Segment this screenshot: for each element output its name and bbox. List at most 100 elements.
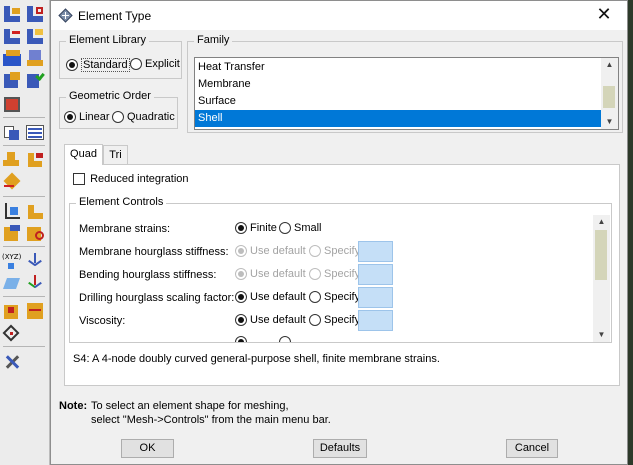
- note-line-2: select "Mesh->Controls" from the main me…: [91, 414, 331, 426]
- specify-radio-button[interactable]: [309, 291, 321, 303]
- partial-radio-2[interactable]: [279, 336, 291, 342]
- mesh-native-icon[interactable]: [2, 150, 22, 170]
- family-item-shell[interactable]: Shell: [195, 110, 602, 127]
- specify-radio-button[interactable]: [309, 268, 321, 280]
- use-default-radio-button[interactable]: [235, 245, 247, 257]
- explicit-radio[interactable]: Explicit: [130, 58, 180, 70]
- next-control-row-partial: [72, 333, 601, 342]
- specify-label: Specify: [324, 245, 361, 257]
- partial-radio-button-2[interactable]: [279, 336, 291, 342]
- quadratic-label: Quadratic: [127, 111, 175, 123]
- membrane-hourglass-label: Membrane hourglass stiffness:: [79, 246, 229, 258]
- specify-radio-button[interactable]: [309, 245, 321, 257]
- drilling-hourglass-value-field[interactable]: [358, 287, 393, 308]
- scroll-up-icon[interactable]: ▲: [593, 215, 610, 229]
- cancel-button[interactable]: Cancel: [506, 439, 558, 458]
- verify-mesh-icon[interactable]: [2, 70, 22, 90]
- tab-quad[interactable]: Quad: [64, 144, 103, 165]
- linear-radio[interactable]: Linear: [64, 111, 110, 123]
- assign-element-type-icon[interactable]: [25, 48, 45, 68]
- datum-csys-arrows-icon[interactable]: [25, 273, 45, 293]
- viscosity-value-field[interactable]: [358, 310, 393, 331]
- partition-edge-icon[interactable]: [25, 301, 45, 321]
- ok-button[interactable]: OK: [121, 439, 174, 458]
- close-button[interactable]: ✕: [581, 1, 627, 30]
- geometric-order-group: Geometric Order Linear Quadratic: [59, 90, 178, 129]
- viscosity-specify-radio[interactable]: Specify: [309, 314, 360, 326]
- create-mesh-part-icon[interactable]: [2, 323, 22, 343]
- reduced-integration-checkbox[interactable]: [73, 173, 85, 186]
- dialog-title: Element Type: [78, 9, 152, 23]
- membrane-hourglass-default-radio[interactable]: Use default: [235, 245, 306, 257]
- family-scroll-thumb[interactable]: [603, 86, 615, 108]
- mesh-instance-icon[interactable]: [25, 70, 45, 90]
- membrane-strains-finite-radio[interactable]: Finite: [235, 222, 277, 234]
- family-list[interactable]: Heat Transfer Membrane Surface Shell ▲ ▼: [194, 57, 619, 130]
- edit-mesh-icon[interactable]: [25, 122, 45, 142]
- note-line-1: To select an element shape for meshing,: [91, 400, 289, 412]
- membrane-strains-small-radio[interactable]: Small: [279, 222, 322, 234]
- scroll-down-icon[interactable]: ▼: [593, 328, 610, 342]
- seed-edge-icon[interactable]: [25, 26, 45, 46]
- use-default-radio-button[interactable]: [235, 314, 247, 326]
- element-controls-scroll-thumb[interactable]: [595, 230, 607, 280]
- quadratic-radio-button[interactable]: [112, 111, 124, 123]
- viscosity-default-radio[interactable]: Use default: [235, 314, 306, 326]
- geometric-order-legend: Geometric Order: [66, 90, 154, 102]
- defaults-button[interactable]: Defaults: [313, 439, 367, 458]
- family-item-heat-transfer[interactable]: Heat Transfer: [195, 59, 602, 76]
- scroll-up-icon[interactable]: ▲: [601, 58, 618, 72]
- refine-icon[interactable]: [2, 172, 22, 192]
- reduced-integration-option[interactable]: Reduced integration: [73, 173, 189, 186]
- small-label: Small: [294, 222, 322, 234]
- family-scrollbar[interactable]: ▲ ▼: [601, 58, 618, 129]
- datum-axis-icon[interactable]: [25, 223, 45, 243]
- family-item-membrane[interactable]: Membrane: [195, 76, 602, 93]
- drilling-hourglass-specify-radio[interactable]: Specify: [309, 291, 360, 303]
- model-tree-icon[interactable]: [25, 251, 45, 271]
- feature-icon[interactable]: (XYZ): [2, 251, 22, 271]
- assign-mesh-controls-icon[interactable]: [2, 48, 22, 68]
- finite-radio-button[interactable]: [235, 222, 247, 234]
- specify-label: Specify: [324, 268, 361, 280]
- linear-radio-button[interactable]: [64, 111, 76, 123]
- quad-tab-panel: Reduced integration Element Controls Mem…: [64, 164, 620, 386]
- bending-hourglass-specify-radio[interactable]: Specify: [309, 268, 360, 280]
- explicit-radio-button[interactable]: [130, 58, 142, 70]
- membrane-hourglass-value-field[interactable]: [358, 241, 393, 262]
- drilling-hourglass-default-radio[interactable]: Use default: [235, 291, 306, 303]
- membrane-hourglass-specify-radio[interactable]: Specify: [309, 245, 360, 257]
- tools-icon[interactable]: [2, 352, 22, 372]
- family-item-surface[interactable]: Surface: [195, 93, 602, 110]
- partial-radio[interactable]: [235, 336, 247, 342]
- use-default-radio-button[interactable]: [235, 291, 247, 303]
- viscosity-row: Viscosity: Use default Specify: [72, 310, 601, 333]
- virtual-topology-icon[interactable]: [2, 122, 22, 142]
- seed-part-icon[interactable]: [2, 26, 22, 46]
- standard-radio[interactable]: Standard: [66, 58, 130, 72]
- datum-csys-icon[interactable]: [25, 201, 45, 221]
- use-default-label: Use default: [250, 314, 306, 326]
- element-controls-scrollbar[interactable]: ▲ ▼: [593, 215, 610, 342]
- partial-radio-button[interactable]: [235, 336, 247, 342]
- standard-label: Standard: [81, 58, 130, 72]
- bending-hourglass-value-field[interactable]: [358, 264, 393, 285]
- partition-face-icon[interactable]: [2, 94, 22, 114]
- use-default-radio-button[interactable]: [235, 268, 247, 280]
- mesh-region-icon[interactable]: [25, 4, 45, 24]
- query-icon[interactable]: [25, 150, 45, 170]
- scroll-down-icon[interactable]: ▼: [601, 115, 618, 129]
- datum-plane-icon[interactable]: [2, 273, 22, 293]
- partition-cell-icon[interactable]: [2, 301, 22, 321]
- standard-radio-button[interactable]: [66, 59, 78, 71]
- element-description: S4: A 4-node doubly curved general-purpo…: [73, 353, 440, 365]
- quadratic-radio[interactable]: Quadratic: [112, 111, 175, 123]
- datum-point-icon[interactable]: [2, 223, 22, 243]
- bending-hourglass-default-radio[interactable]: Use default: [235, 268, 306, 280]
- create-node-icon[interactable]: [2, 201, 22, 221]
- small-radio-button[interactable]: [279, 222, 291, 234]
- specify-radio-button[interactable]: [309, 314, 321, 326]
- mesh-part-icon[interactable]: [2, 4, 22, 24]
- tab-tri[interactable]: Tri: [103, 145, 128, 165]
- toolbox-panel: (XYZ): [0, 0, 50, 465]
